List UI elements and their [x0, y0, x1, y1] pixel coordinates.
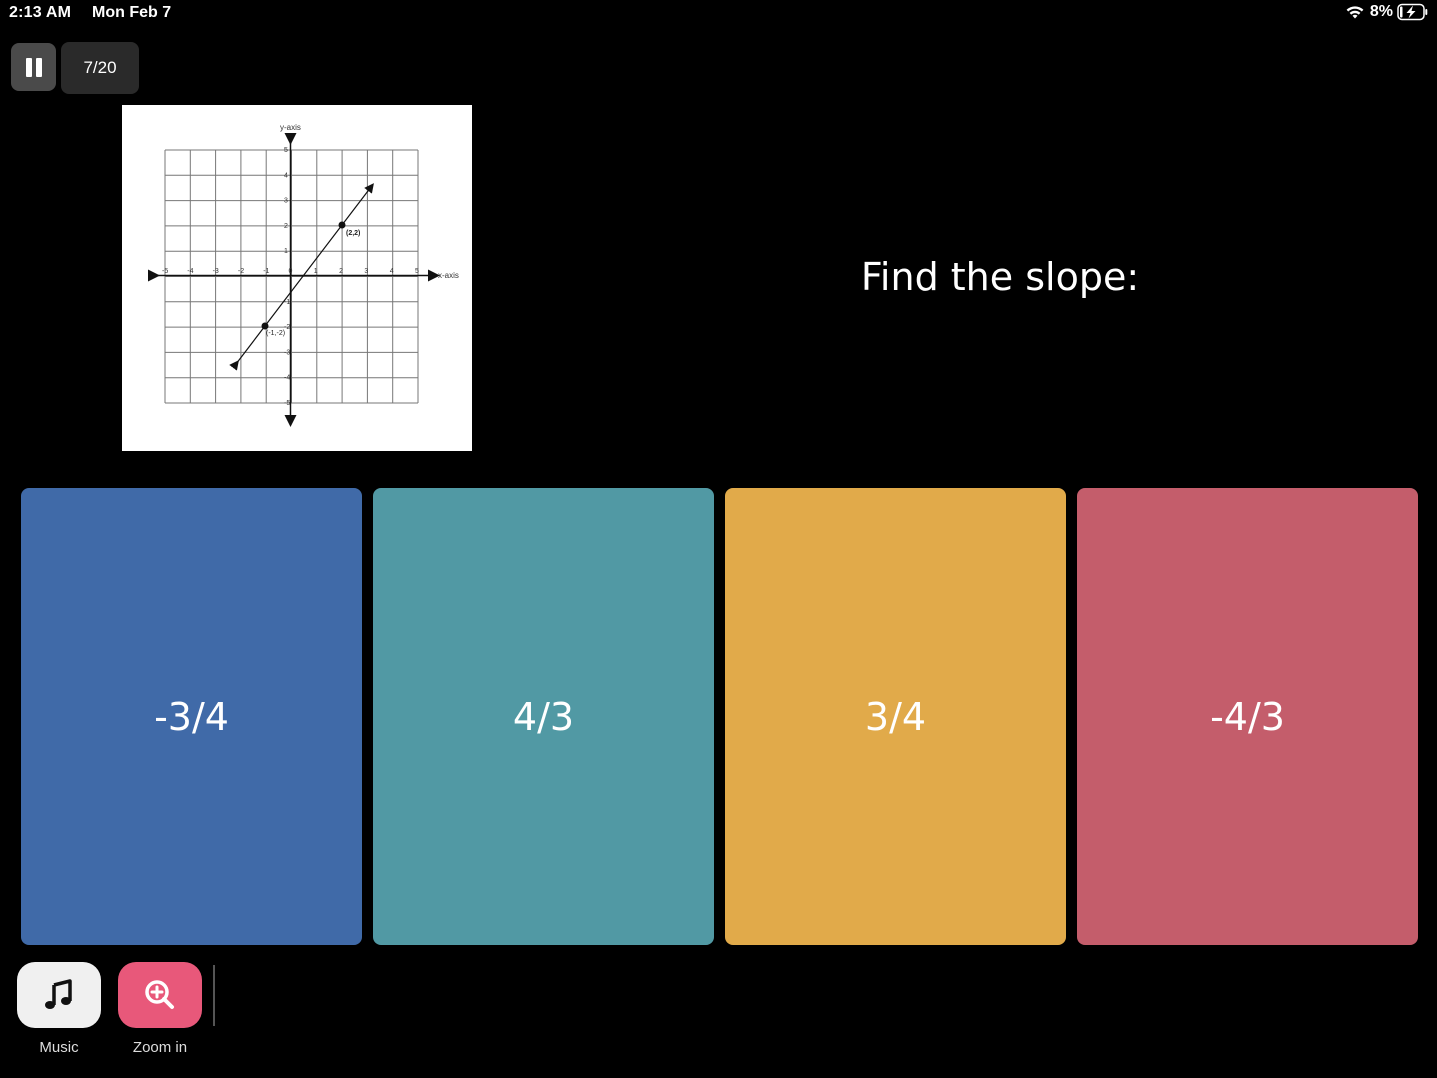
- y-tick-label: -5: [284, 400, 290, 407]
- point-2-label: (-1,-2): [266, 330, 285, 337]
- music-button[interactable]: [17, 962, 101, 1028]
- status-indicators: 8%: [1344, 3, 1429, 21]
- y-tick-label: 5: [284, 147, 288, 154]
- status-time: 2:13 AM: [9, 4, 72, 21]
- y-tick-label: 1: [284, 248, 288, 255]
- x-axis-label: x-axis: [438, 271, 459, 280]
- point-2-2: [338, 221, 346, 229]
- x-tick-label: 4: [390, 268, 394, 275]
- x-tick-label: 2: [339, 268, 343, 275]
- x-tick-label: -2: [238, 268, 244, 275]
- music-label: Music: [39, 1039, 79, 1056]
- x-tick-label: 3: [364, 268, 368, 275]
- x-tick-label: -3: [213, 268, 219, 275]
- x-tick-label: 0: [289, 268, 293, 275]
- battery-charging-icon: [1397, 3, 1428, 21]
- pause-button[interactable]: [11, 43, 56, 91]
- answer-option-label: 4/3: [512, 694, 575, 739]
- toolbar-divider: [213, 965, 215, 1026]
- status-date: Mon Feb 7: [92, 4, 172, 21]
- y-tick-label: -4: [284, 375, 290, 382]
- x-tick-label: 5: [415, 268, 419, 275]
- answer-options: -3/4 4/3 3/4 -4/3: [21, 488, 1418, 945]
- zoom-in-label: Zoom in: [132, 1039, 188, 1056]
- x-tick-label: 1: [314, 268, 318, 275]
- zoom-in-button[interactable]: [118, 962, 202, 1028]
- y-tick-label: 2: [284, 223, 288, 230]
- music-note-icon: [45, 979, 72, 1009]
- y-tick-label: 4: [284, 172, 288, 179]
- answer-option-label: -4/3: [1210, 694, 1285, 739]
- answer-option-1[interactable]: -3/4: [21, 488, 362, 945]
- question-text: Find the slope:: [860, 255, 1140, 299]
- question-graph-image[interactable]: -5 -4 -3 -2 -1 0 1 2 3 4 5 5 4 3 2 1 -1 -2 -3 -4 -5 y-axis …: [122, 105, 472, 451]
- zoom-tool: Zoom in: [118, 962, 202, 1056]
- x-tick-label: -4: [187, 268, 193, 275]
- point-1-label: (2,2): [346, 230, 360, 237]
- y-tick-label: 3: [284, 198, 288, 205]
- pause-icon-bar: [35, 57, 42, 77]
- x-tick-label: -5: [162, 268, 168, 275]
- y-axis-label: y-axis: [280, 123, 301, 132]
- answer-option-3[interactable]: 3/4: [725, 488, 1066, 945]
- answer-option-4[interactable]: -4/3: [1077, 488, 1418, 945]
- point-neg1-neg2: [261, 322, 269, 330]
- battery-percent: 8%: [1369, 3, 1393, 20]
- zoom-in-icon: [145, 980, 174, 1009]
- x-tick-label: -1: [263, 268, 269, 275]
- music-tool: Music: [17, 962, 101, 1056]
- y-tick-label: -1: [284, 299, 290, 306]
- answer-option-label: 3/4: [864, 694, 927, 739]
- answer-option-2[interactable]: 4/3: [373, 488, 714, 945]
- pause-icon: [25, 57, 32, 77]
- answer-option-label: -3/4: [154, 694, 229, 739]
- status-bar: 2:13 AM Mon Feb 7 8%: [0, 0, 1437, 30]
- question-counter: 7/20: [61, 42, 139, 94]
- wifi-icon: [1346, 6, 1364, 19]
- y-tick-label: -3: [284, 349, 290, 356]
- coordinate-graph: -5 -4 -3 -2 -1 0 1 2 3 4 5 54321-1-2-3-4-5 y-axis …: [148, 123, 459, 427]
